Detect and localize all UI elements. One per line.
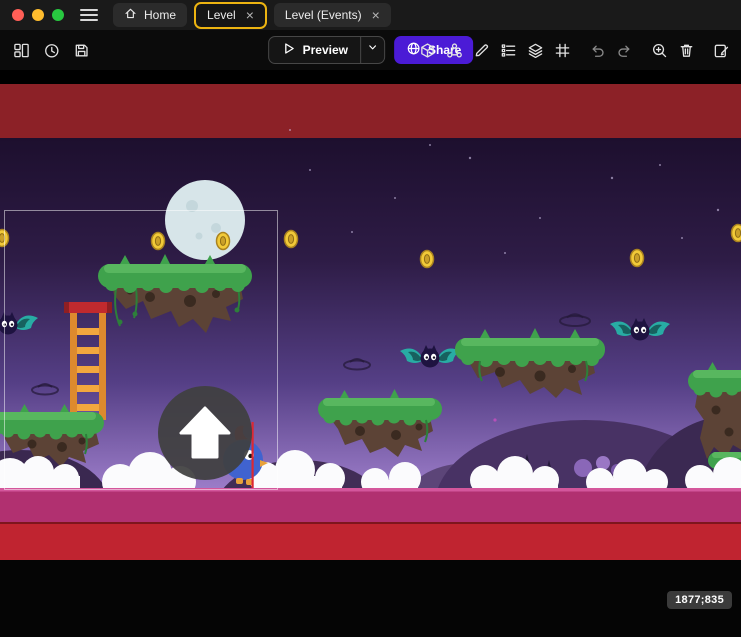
maximize-window-button[interactable] xyxy=(52,9,64,21)
traffic-lights xyxy=(12,9,64,21)
minimize-window-button[interactable] xyxy=(32,9,44,21)
project-panels-icon[interactable] xyxy=(12,41,31,60)
trash-icon[interactable] xyxy=(677,41,696,60)
redo-icon[interactable] xyxy=(615,41,634,60)
hamburger-menu-icon[interactable] xyxy=(80,9,98,21)
3d-cube-icon[interactable] xyxy=(418,41,437,60)
instances-list-icon[interactable] xyxy=(499,41,518,60)
touch-arrow-control[interactable] xyxy=(158,386,252,480)
chevron-down-icon xyxy=(366,41,379,59)
pink-ground-strip[interactable] xyxy=(0,488,741,522)
home-icon xyxy=(124,7,137,23)
cursor-coordinates-badge: 1877;835 xyxy=(667,591,732,609)
tab-close-icon[interactable]: × xyxy=(372,8,380,22)
tab-level-events[interactable]: Level (Events) × xyxy=(274,3,391,27)
canvas-top-gap xyxy=(0,70,741,84)
toolbar-right-group xyxy=(418,30,731,70)
moon[interactable] xyxy=(165,180,245,260)
title-bar: Home Level × Level (Events) × xyxy=(0,0,741,30)
tab-home[interactable]: Home xyxy=(113,3,187,27)
toolbar: Preview Share xyxy=(0,30,741,70)
save-icon[interactable] xyxy=(72,41,91,60)
tab-label: Home xyxy=(144,8,176,22)
red-ground-strip[interactable] xyxy=(0,522,741,560)
coin[interactable] xyxy=(152,233,165,250)
grid-icon[interactable] xyxy=(553,41,572,60)
layers-icon[interactable] xyxy=(526,41,545,60)
close-window-button[interactable] xyxy=(12,9,24,21)
properties-panel-icon[interactable] xyxy=(712,41,731,60)
pencil-icon[interactable] xyxy=(472,41,491,60)
coin[interactable] xyxy=(285,231,298,248)
zoom-in-icon[interactable] xyxy=(650,41,669,60)
coin[interactable] xyxy=(217,233,230,250)
preview-label: Preview xyxy=(303,43,348,57)
tab-strip: Home Level × Level (Events) × xyxy=(113,2,391,29)
coin[interactable] xyxy=(631,250,644,267)
preview-dropdown-button[interactable] xyxy=(360,37,384,63)
tab-level[interactable]: Level × xyxy=(194,2,267,29)
history-icon[interactable] xyxy=(42,41,61,60)
preview-button[interactable]: Preview xyxy=(269,37,360,63)
coin[interactable] xyxy=(732,225,741,242)
play-icon xyxy=(281,41,296,59)
tab-close-icon[interactable]: × xyxy=(246,8,254,22)
bottom-bar: 1877;835 xyxy=(0,560,741,637)
tab-label: Level xyxy=(207,8,236,22)
top-red-banner[interactable] xyxy=(0,84,741,138)
undo-icon[interactable] xyxy=(588,41,607,60)
tab-label: Level (Events) xyxy=(285,8,362,22)
toolbar-left-group xyxy=(12,30,91,70)
objects-group-icon[interactable] xyxy=(445,41,464,60)
preview-button-group: Preview xyxy=(268,36,385,64)
scene-canvas[interactable] xyxy=(0,70,741,560)
scene-svg xyxy=(0,70,741,560)
coin[interactable] xyxy=(421,251,434,268)
